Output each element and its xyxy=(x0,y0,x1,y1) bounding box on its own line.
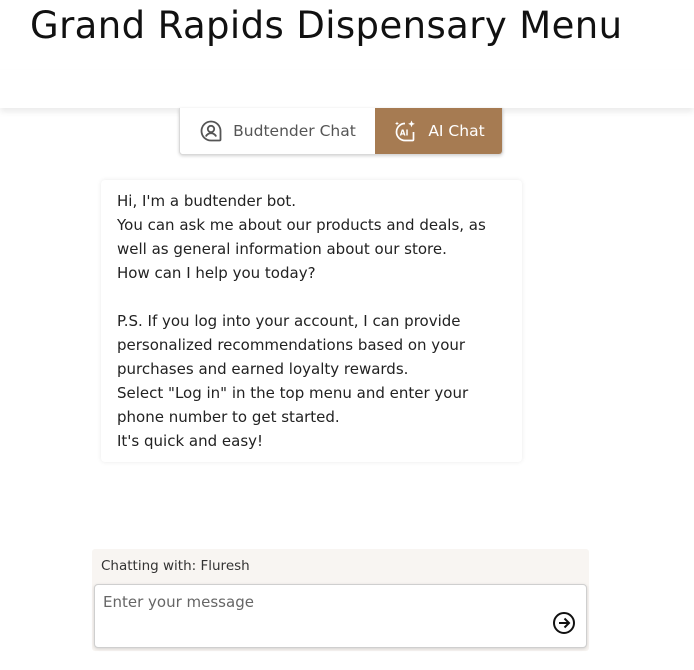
bot-message-line: purchases and earned loyalty rewards. xyxy=(117,360,409,378)
page: Grand Rapids Dispensary Menu Budtender C… xyxy=(0,0,694,670)
tab-budtender-chat[interactable]: Budtender Chat xyxy=(180,108,375,154)
bot-message-line: phone number to get started. xyxy=(117,408,340,426)
bot-message: Hi, I'm a budtender bot. You can ask me … xyxy=(101,180,522,462)
page-title: Grand Rapids Dispensary Menu xyxy=(30,4,623,47)
send-button[interactable] xyxy=(552,611,576,635)
bot-message-spacer xyxy=(117,285,508,309)
bot-message-line: It's quick and easy! xyxy=(117,432,264,450)
chatting-with-label: Chatting with: Fluresh xyxy=(101,558,250,574)
bot-message-line: Hi, I'm a budtender bot. xyxy=(117,192,297,210)
tab-ai-chat-label: AI Chat xyxy=(428,122,485,140)
svg-text:AI: AI xyxy=(400,128,409,137)
bot-message-line: P.S. If you log into your account, I can… xyxy=(117,312,461,330)
chat-mode-tabs: Budtender Chat AI AI Chat xyxy=(179,108,503,155)
ai-chat-icon: AI xyxy=(392,119,418,143)
person-chat-icon xyxy=(199,119,223,143)
header: Grand Rapids Dispensary Menu xyxy=(0,0,694,71)
bot-message-line: personalized recommendations based on yo… xyxy=(117,336,466,354)
message-input-box xyxy=(94,584,587,648)
arrow-right-circle-icon xyxy=(553,612,575,634)
bot-message-line: How can I help you today? xyxy=(117,264,316,282)
bot-message-line: Select "Log in" in the top menu and ente… xyxy=(117,384,469,402)
tab-budtender-chat-label: Budtender Chat xyxy=(233,122,356,140)
message-input[interactable] xyxy=(103,593,543,633)
bot-message-line: well as general information about our st… xyxy=(117,240,447,258)
message-composer: Chatting with: Fluresh xyxy=(92,549,589,651)
bot-message-line: You can ask me about our products and de… xyxy=(117,216,486,234)
tab-ai-chat[interactable]: AI AI Chat xyxy=(375,108,502,154)
header-subbar xyxy=(0,70,694,108)
